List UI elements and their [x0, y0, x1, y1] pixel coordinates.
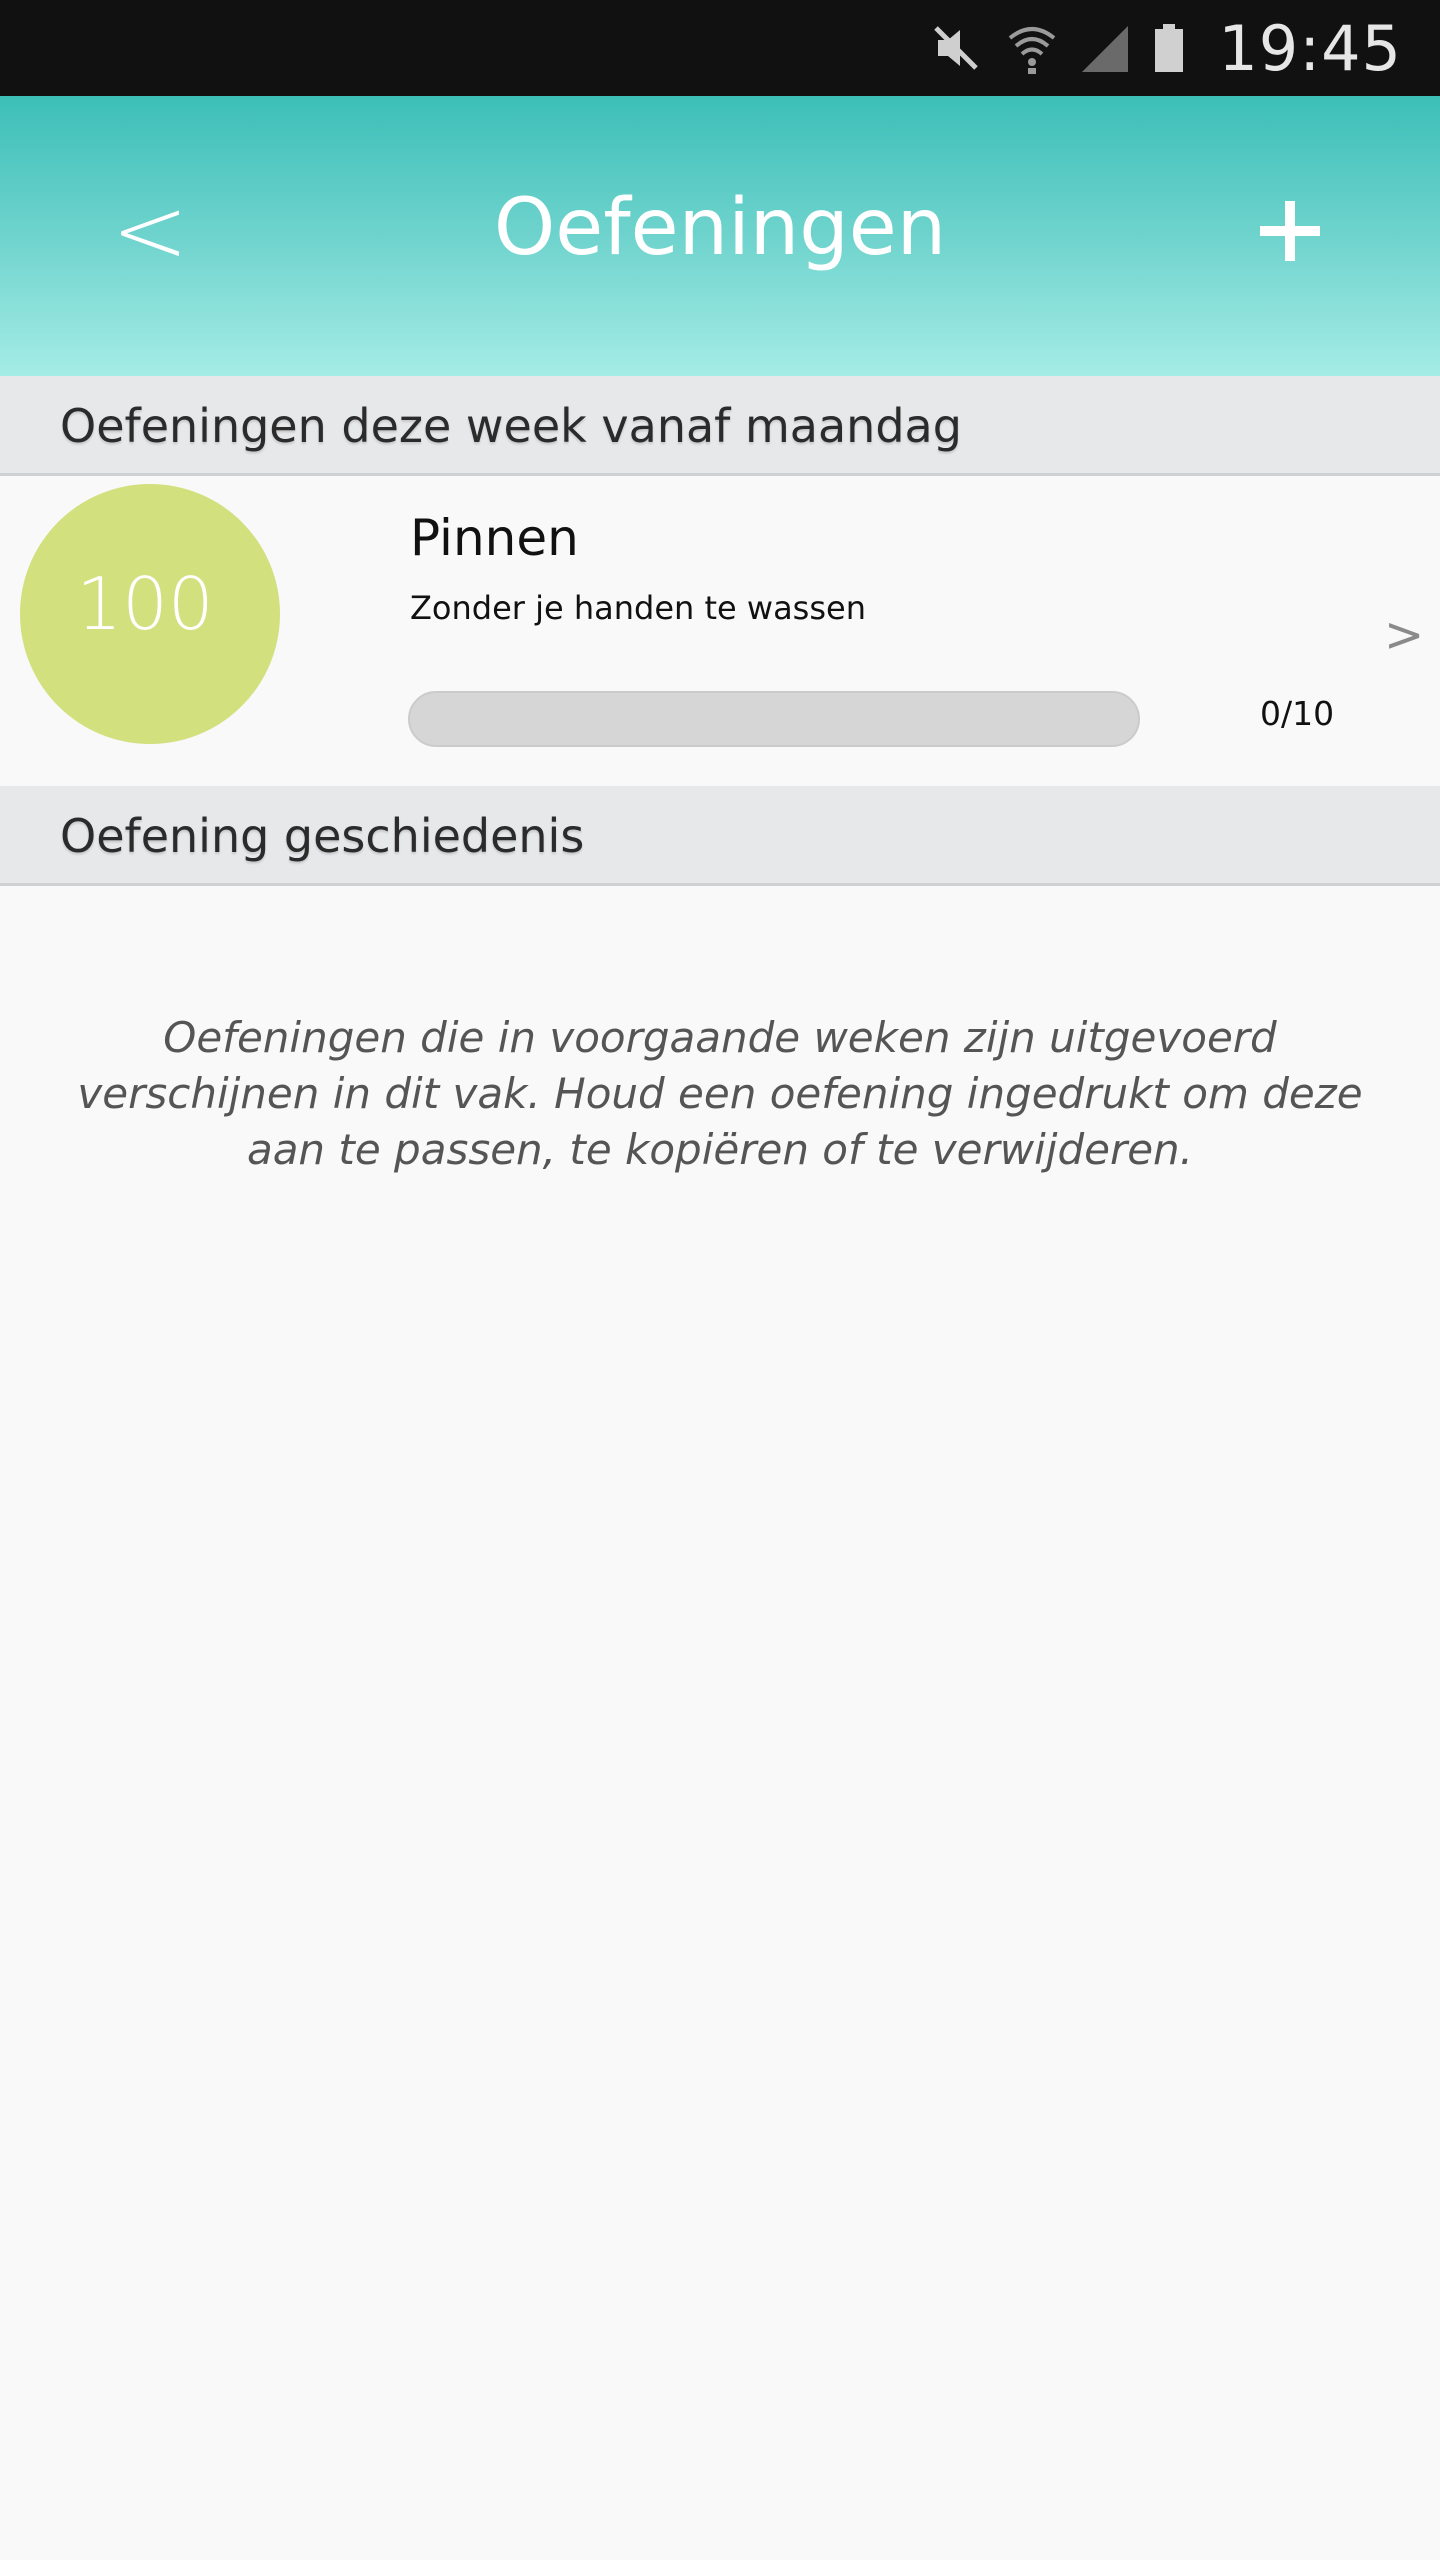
add-exercise-button[interactable] [1245, 176, 1335, 286]
progress-bar [408, 691, 1140, 747]
page-title: Oefeningen [493, 183, 947, 273]
battery-icon [1152, 20, 1186, 76]
exercise-description: Zonder je handen te wassen [410, 589, 866, 627]
history-empty-message: Oefeningen die in voorgaande weken zijn … [77, 1013, 1363, 1174]
status-time: 19:45 [1218, 11, 1402, 85]
section-title: Oefeningen deze week vanaf maandag [60, 399, 962, 453]
status-icons: 19:45 [928, 0, 1402, 96]
mute-icon [928, 20, 984, 76]
section-header-history: Oefening geschiedenis [0, 786, 1440, 886]
status-bar: 19:45 [0, 0, 1440, 96]
section-title: Oefening geschiedenis [60, 809, 585, 863]
chevron-right-icon[interactable]: > [1384, 607, 1424, 663]
progress-count: 0/10 [1260, 694, 1335, 733]
score-circle: 100 [20, 484, 280, 744]
exercise-name: Pinnen [410, 509, 579, 567]
section-header-this-week: Oefeningen deze week vanaf maandag [0, 376, 1440, 476]
wifi-icon [1006, 20, 1058, 76]
app-header: < Oefeningen [0, 96, 1440, 376]
signal-icon [1080, 20, 1130, 76]
exercise-row[interactable]: 100 Pinnen Zonder je handen te wassen 0/… [0, 479, 1440, 786]
score-value: 100 [76, 562, 214, 646]
plus-icon [1260, 201, 1320, 261]
